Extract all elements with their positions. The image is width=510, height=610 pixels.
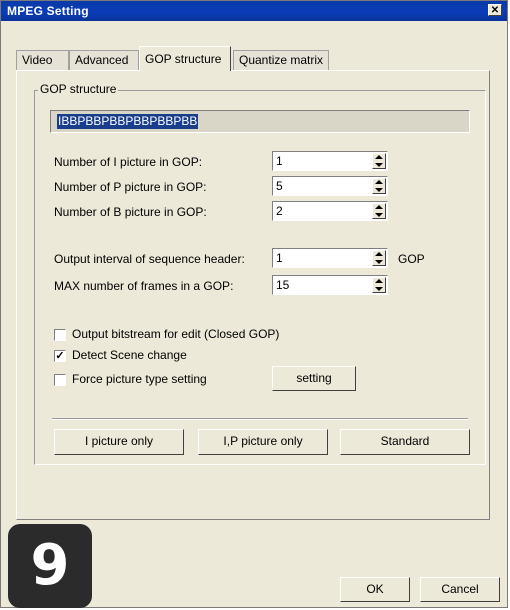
spin-arrows-icon[interactable] (372, 250, 386, 266)
title-bar[interactable]: MPEG Setting ✕ (1, 1, 507, 21)
b-picture-label: Number of B picture in GOP: (54, 205, 207, 219)
force-picture-label: Force picture type setting (72, 372, 207, 386)
ok-button[interactable]: OK (340, 577, 410, 602)
gop-structure-group (34, 90, 486, 465)
spin-arrows-icon[interactable] (372, 277, 386, 293)
closed-gop-checkbox[interactable] (54, 329, 66, 341)
spin-arrows-icon[interactable] (372, 153, 386, 169)
gop-unit-label: GOP (398, 252, 425, 266)
closed-gop-label: Output bitstream for edit (Closed GOP) (72, 327, 280, 341)
standard-button[interactable]: Standard (340, 429, 470, 455)
tab-quantize-matrix[interactable]: Quantize matrix (233, 50, 329, 70)
spin-arrows-icon[interactable] (372, 178, 386, 194)
ip-picture-only-button[interactable]: I,P picture only (198, 429, 328, 455)
tab-advanced[interactable]: Advanced (69, 50, 139, 70)
force-picture-checkbox[interactable] (54, 374, 66, 386)
tab-gop-structure[interactable]: GOP structure (139, 46, 231, 71)
max-frames-label: MAX number of frames in a GOP: (54, 279, 234, 293)
i-picture-label: Number of I picture in GOP: (54, 155, 203, 169)
p-picture-spinbox[interactable]: 5 (272, 176, 388, 196)
p-picture-label: Number of P picture in GOP: (54, 180, 207, 194)
b-picture-value: 2 (276, 204, 283, 218)
cancel-button[interactable]: Cancel (420, 577, 500, 602)
gop-sequence-field[interactable]: IBBPBBPBBPBBPBBPBB (50, 110, 470, 133)
i-picture-only-button[interactable]: I picture only (54, 429, 184, 455)
max-frames-spinbox[interactable]: 15 (272, 275, 388, 295)
p-picture-value: 5 (276, 179, 283, 193)
sequence-header-value: 1 (276, 251, 283, 265)
close-button[interactable]: ✕ (488, 4, 502, 16)
i-picture-spinbox[interactable]: 1 (272, 151, 388, 171)
detect-scene-checkbox[interactable]: ✓ (54, 350, 66, 362)
sequence-header-spinbox[interactable]: 1 (272, 248, 388, 268)
setting-button[interactable]: setting (272, 366, 356, 391)
gop-sequence-text: IBBPBBPBBPBBPBBPBB (57, 114, 199, 129)
max-frames-value: 15 (276, 278, 290, 292)
window-title: MPEG Setting (7, 4, 89, 18)
detect-scene-label: Detect Scene change (72, 348, 187, 362)
divider (52, 418, 468, 420)
check-mark-icon: ✓ (55, 350, 65, 362)
sequence-header-label: Output interval of sequence header: (54, 252, 245, 266)
tab-video[interactable]: Video (16, 50, 69, 70)
b-picture-spinbox[interactable]: 2 (272, 201, 388, 221)
step-number-badge: 9 (8, 524, 92, 608)
group-label: GOP structure (38, 82, 119, 96)
spin-arrows-icon[interactable] (372, 203, 386, 219)
i-picture-value: 1 (276, 154, 283, 168)
